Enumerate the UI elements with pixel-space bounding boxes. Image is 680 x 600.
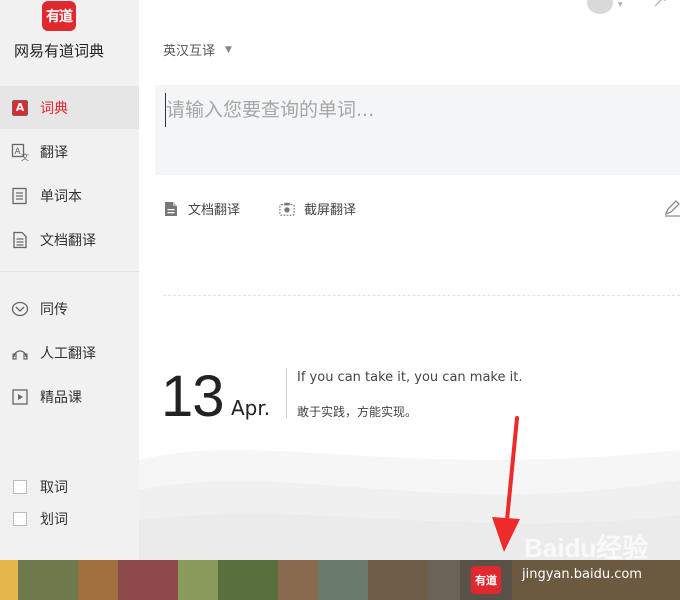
language-select-label: 英汉互译	[163, 44, 216, 59]
daily-quote-english: If you can take it, you can make it.	[297, 370, 523, 385]
screenshot-translate-button[interactable]: 截屏翻译	[279, 199, 356, 218]
taskbar-item[interactable]	[78, 560, 118, 600]
document-icon	[11, 231, 29, 249]
select-word-toggle[interactable]: 划词	[0, 507, 139, 531]
search-box	[155, 85, 680, 175]
taskbar-item[interactable]	[18, 560, 78, 600]
taskbar-item[interactable]	[178, 560, 218, 600]
sidebar-item-label: 精品课	[40, 389, 82, 406]
youdao-logo: 有道	[42, 1, 76, 31]
daily-divider	[286, 368, 287, 418]
sidebar-item-label: 文档翻译	[40, 232, 96, 249]
taskbar-item[interactable]	[218, 560, 278, 600]
svg-text:文: 文	[21, 152, 29, 161]
sidebar-item-document[interactable]: 文档翻译	[0, 218, 139, 261]
expand-icon[interactable]	[653, 0, 669, 10]
watermark-url: jingyan.baidu.com	[522, 567, 642, 582]
taskbar-item[interactable]	[428, 560, 460, 600]
taskbar-item[interactable]	[0, 560, 18, 600]
sidebar-item-translate[interactable]: A文 翻译	[0, 130, 139, 173]
dictionary-icon: A	[11, 99, 29, 117]
screenshot-translate-label: 截屏翻译	[304, 203, 357, 218]
main-panel: ▾ 英汉互译 ▼ 文档翻译 截屏翻译 13 Apr.	[139, 0, 680, 560]
baidu-jingyan-watermark: Baidu经验	[524, 533, 649, 563]
sidebar: 有道 网易有道词典 A 词典 A文 翻译 单词本 文档翻译 同传 人工翻译 精品…	[0, 0, 139, 560]
sidebar-item-label: 单词本	[40, 188, 82, 205]
select-word-checkbox[interactable]	[13, 512, 27, 526]
simultaneous-icon	[11, 300, 29, 318]
human-translate-icon	[11, 344, 29, 362]
sidebar-item-dictionary[interactable]: A 词典	[0, 86, 139, 129]
app-window: 有道 网易有道词典 A 词典 A文 翻译 单词本 文档翻译 同传 人工翻译 精品…	[0, 0, 680, 560]
sidebar-item-label: 同传	[40, 301, 68, 318]
avatar[interactable]	[587, 0, 613, 14]
app-name: 网易有道词典	[13, 42, 104, 60]
document-translate-button[interactable]: 文档翻译	[163, 199, 240, 218]
document-translate-icon	[163, 201, 179, 217]
chevron-down-icon[interactable]: ▾	[618, 0, 623, 10]
language-select[interactable]: 英汉互译 ▼	[163, 40, 232, 59]
capture-word-checkbox[interactable]	[13, 480, 27, 494]
taskbar-item[interactable]	[118, 560, 178, 600]
translate-icon: A文	[11, 143, 29, 161]
daily-date-month: Apr.	[231, 396, 271, 420]
taskbar-item[interactable]	[318, 560, 368, 600]
taskbar-item[interactable]	[278, 560, 318, 600]
sidebar-item-human-translate[interactable]: 人工翻译	[0, 331, 139, 374]
wordbook-icon	[11, 187, 29, 205]
checkbox-label: 划词	[40, 512, 68, 528]
checkbox-label: 取词	[40, 480, 68, 496]
caret-down-icon: ▼	[225, 44, 232, 55]
sidebar-item-course[interactable]: 精品课	[0, 375, 139, 418]
youdao-taskbar-icon[interactable]: 有道	[471, 566, 501, 594]
edit-icon[interactable]	[663, 199, 680, 217]
search-input[interactable]	[165, 93, 665, 127]
sidebar-item-simultaneous[interactable]: 同传	[0, 287, 139, 330]
daily-quote-chinese: 敢于实践，方能实现。	[297, 405, 418, 419]
capture-word-toggle[interactable]: 取词	[0, 475, 139, 499]
sidebar-item-label: 翻译	[40, 144, 68, 161]
sidebar-item-label: 人工翻译	[40, 345, 96, 362]
document-translate-label: 文档翻译	[188, 203, 241, 218]
sidebar-divider	[0, 271, 139, 272]
section-divider	[163, 295, 680, 296]
sidebar-item-wordbook[interactable]: 单词本	[0, 174, 139, 217]
taskbar-item[interactable]	[368, 560, 428, 600]
screenshot-icon	[279, 201, 295, 217]
sidebar-item-label: 词典	[40, 100, 68, 117]
course-icon	[11, 388, 29, 406]
